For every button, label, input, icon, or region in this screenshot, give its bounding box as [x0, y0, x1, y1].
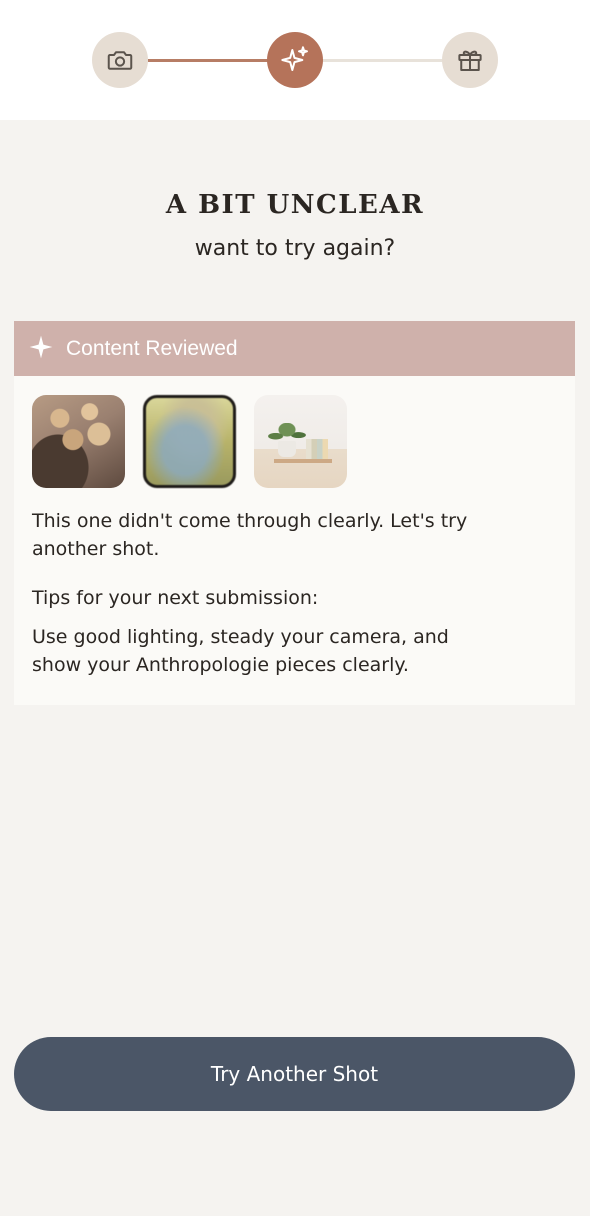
- progress-stepper: [0, 0, 590, 120]
- page-title: A BIT UNCLEAR: [165, 190, 425, 220]
- review-message: This one didn't come through clearly. Le…: [32, 510, 468, 560]
- stepper-line-pending: [322, 59, 444, 62]
- photo-thumbnail-ceramics[interactable]: [32, 395, 125, 488]
- try-another-shot-button[interactable]: Try Another Shot: [14, 1037, 575, 1111]
- stepper-line-completed: [148, 59, 270, 62]
- page-subtitle: want to try again?: [194, 236, 396, 261]
- step-upload: [92, 32, 148, 88]
- sparkle-icon: [28, 334, 54, 364]
- photo-thumbnail-shelf-plant[interactable]: [254, 395, 347, 488]
- thumbnail-row: [32, 395, 347, 488]
- photo-thumbnail-blurry[interactable]: [143, 395, 236, 488]
- camera-icon: [105, 45, 135, 75]
- tips-heading: Tips for your next submission:: [32, 587, 319, 609]
- review-card-header-label: Content Reviewed: [66, 336, 238, 360]
- step-reward: [442, 32, 498, 88]
- tips-text: Use good lighting, steady your camera, a…: [32, 626, 449, 676]
- pot-image-detail: [278, 441, 296, 457]
- gift-icon: [455, 45, 485, 75]
- shelf-image-detail: [274, 459, 332, 463]
- review-card: Content Reviewed This one didn't come th…: [14, 321, 575, 705]
- step-review: [267, 32, 323, 88]
- books-image-detail: [306, 439, 328, 459]
- sparkle-icon: [279, 44, 311, 76]
- review-card-header: Content Reviewed: [14, 321, 575, 376]
